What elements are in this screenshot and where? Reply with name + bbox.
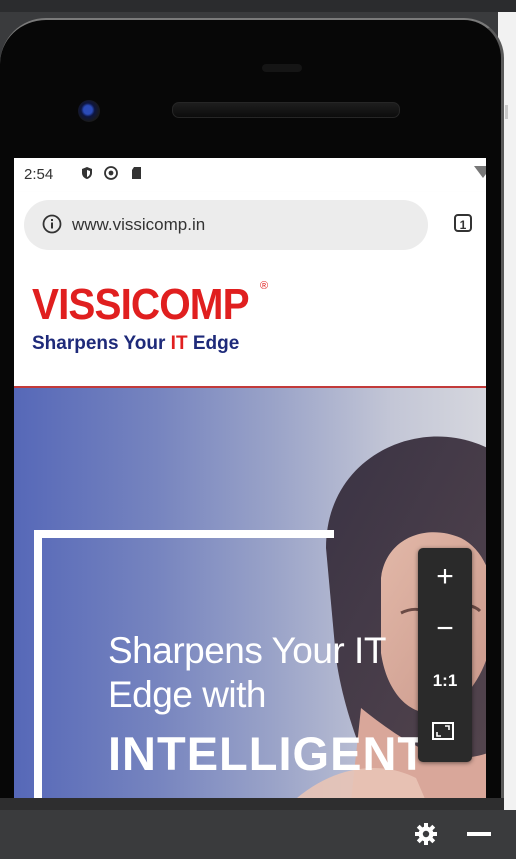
top-speaker: [262, 64, 302, 72]
sync-icon: [104, 166, 118, 180]
tagline-prefix: Sharpens Your: [32, 333, 171, 354]
fit-screen-icon: [432, 722, 454, 740]
gear-icon[interactable]: [414, 822, 438, 846]
device-screen[interactable]: 2:54 www.vissicomp.in 1 VISSICOMP ® Shar…: [14, 158, 486, 810]
earpiece-speaker: [172, 102, 400, 118]
hero-banner: Sharpens Your IT Edge with INTELLIGENT: [14, 388, 486, 810]
actual-size-button[interactable]: 1:1: [418, 656, 472, 706]
emulator-window: 2:54 www.vissicomp.in 1 VISSICOMP ® Shar…: [0, 0, 516, 859]
zoom-in-button[interactable]: +: [418, 552, 472, 602]
front-camera: [78, 100, 100, 122]
android-status-bar: 2:54: [14, 158, 486, 192]
hero-heading-line1: Sharpens Your IT: [108, 630, 386, 671]
tagline-suffix: Edge: [187, 333, 240, 354]
emulator-zoom-panel: + − 1:1: [418, 548, 472, 762]
side-rail-marker: [505, 105, 508, 119]
browser-toolbar: www.vissicomp.in 1: [14, 192, 486, 258]
site-header: VISSICOMP ® Sharpens Your IT Edge: [14, 258, 486, 388]
wifi-icon: [474, 166, 486, 178]
hero-heading-emphasis: INTELLIGENT: [108, 727, 428, 780]
sdcard-icon: [132, 167, 141, 179]
address-bar[interactable]: www.vissicomp.in: [24, 200, 428, 250]
status-time: 2:54: [24, 166, 54, 183]
hero-heading-line2: Edge with: [108, 674, 267, 715]
registered-mark: ®: [260, 280, 269, 292]
info-icon[interactable]: [42, 214, 62, 234]
vissicomp-logo[interactable]: VISSICOMP: [32, 280, 250, 330]
emulator-bottom-toolbar: [0, 810, 516, 859]
shield-icon: [82, 167, 92, 179]
zoom-out-button[interactable]: −: [418, 604, 472, 654]
url-text[interactable]: www.vissicomp.in: [72, 215, 205, 235]
minimize-icon[interactable]: [464, 822, 494, 846]
logo-tagline: Sharpens Your IT Edge: [32, 333, 239, 355]
tab-switcher-button[interactable]: 1: [454, 214, 472, 232]
emulator-top-strip: [0, 0, 516, 12]
tagline-it: IT: [170, 333, 188, 354]
fit-screen-button[interactable]: [418, 706, 472, 756]
